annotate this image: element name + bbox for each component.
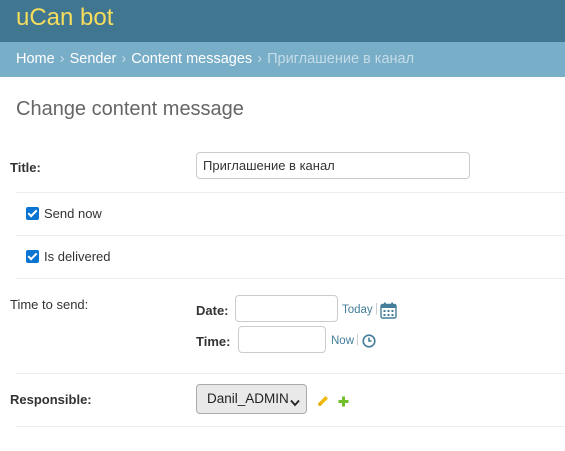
chevron-down-icon <box>290 395 300 410</box>
breadcrumb-sender[interactable]: Sender <box>70 51 117 67</box>
title-label: Title: <box>10 160 41 175</box>
shortcut-divider: | <box>375 303 378 315</box>
calendar-icon[interactable] <box>380 302 397 322</box>
breadcrumb: Home › Sender › Content messages › Пригл… <box>0 42 565 77</box>
responsible-select[interactable]: Danil_ADMIN <box>196 384 307 414</box>
breadcrumb-separator: › <box>59 51 65 67</box>
title-input[interactable] <box>196 152 470 179</box>
pencil-icon[interactable] <box>317 395 329 410</box>
plus-icon[interactable] <box>338 395 349 410</box>
responsible-label: Responsible: <box>10 392 92 407</box>
breadcrumb-content-messages[interactable]: Content messages <box>131 51 252 67</box>
site-brand[interactable]: uCan bot <box>16 4 113 32</box>
site-header: uCan bot <box>0 0 565 42</box>
breadcrumb-separator: › <box>121 51 127 67</box>
is-delivered-label: Is delivered <box>44 249 111 264</box>
responsible-selected-value: Danil_ADMIN <box>207 391 289 406</box>
date-label: Date: <box>196 303 229 318</box>
breadcrumb-home[interactable]: Home <box>16 51 55 67</box>
send-now-label: Send now <box>44 206 102 221</box>
today-link[interactable]: Today <box>342 304 373 316</box>
time-input[interactable] <box>238 326 326 353</box>
breadcrumb-current: Приглашение в канал <box>267 51 415 67</box>
shortcut-divider: | <box>356 334 359 346</box>
breadcrumb-separator: › <box>257 51 263 67</box>
page-title: Change content message <box>16 98 244 120</box>
clock-icon[interactable] <box>362 334 376 351</box>
time-to-send-label: Time to send: <box>10 297 89 312</box>
is-delivered-checkbox[interactable] <box>26 250 39 263</box>
now-link[interactable]: Now <box>331 335 354 347</box>
time-label: Time: <box>196 334 231 349</box>
send-now-checkbox[interactable] <box>26 207 39 220</box>
date-input[interactable] <box>235 295 338 322</box>
